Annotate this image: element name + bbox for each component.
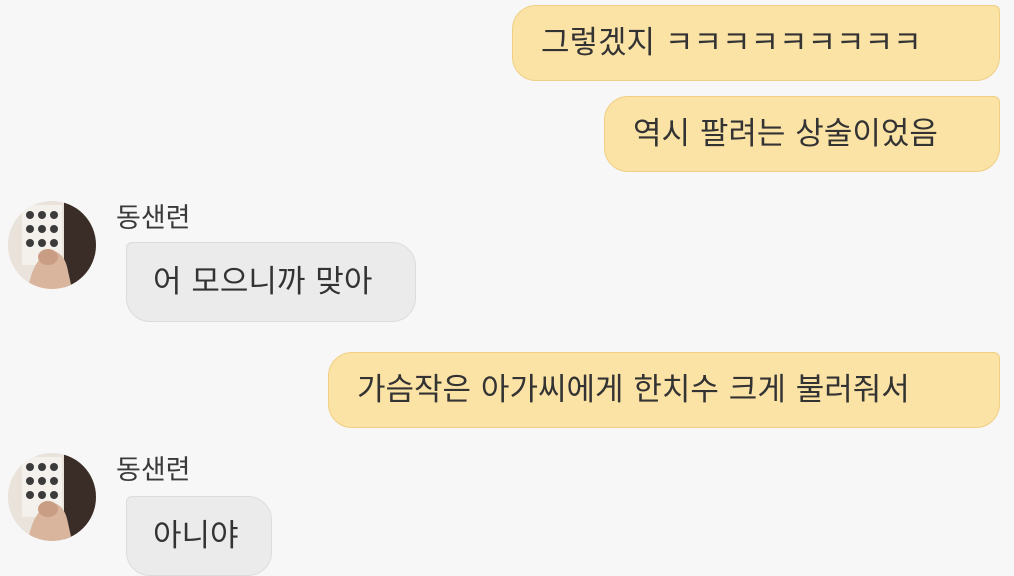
incoming-message-bubble[interactable]: 어 모으니까 맞아 <box>126 242 416 322</box>
message-text: 어 모으니까 맞아 <box>153 263 373 300</box>
avatar[interactable] <box>8 453 96 541</box>
sender-name: 동샌련 <box>116 203 191 234</box>
incoming-message-bubble[interactable]: 아니야 <box>126 496 272 576</box>
message-text: 역시 팔려는 상술이었음 <box>633 115 938 152</box>
outgoing-message-bubble[interactable]: 가슴작은 아가씨에게 한치수 크게 불러줘서 <box>328 352 1000 428</box>
profile-photo-icon <box>8 453 96 541</box>
outgoing-message-bubble[interactable]: 역시 팔려는 상술이었음 <box>604 96 1000 172</box>
message-text: 가슴작은 아가씨에게 한치수 크게 불러줘서 <box>357 371 910 408</box>
avatar[interactable] <box>8 201 96 289</box>
profile-photo-icon <box>8 201 96 289</box>
sender-name: 동샌련 <box>116 455 191 486</box>
message-text: 그렇겠지 ㅋㅋㅋㅋㅋㅋㅋㅋㅋ <box>541 24 922 61</box>
outgoing-message-bubble[interactable]: 그렇겠지 ㅋㅋㅋㅋㅋㅋㅋㅋㅋ <box>512 5 1000 81</box>
message-text: 아니야 <box>153 517 239 554</box>
